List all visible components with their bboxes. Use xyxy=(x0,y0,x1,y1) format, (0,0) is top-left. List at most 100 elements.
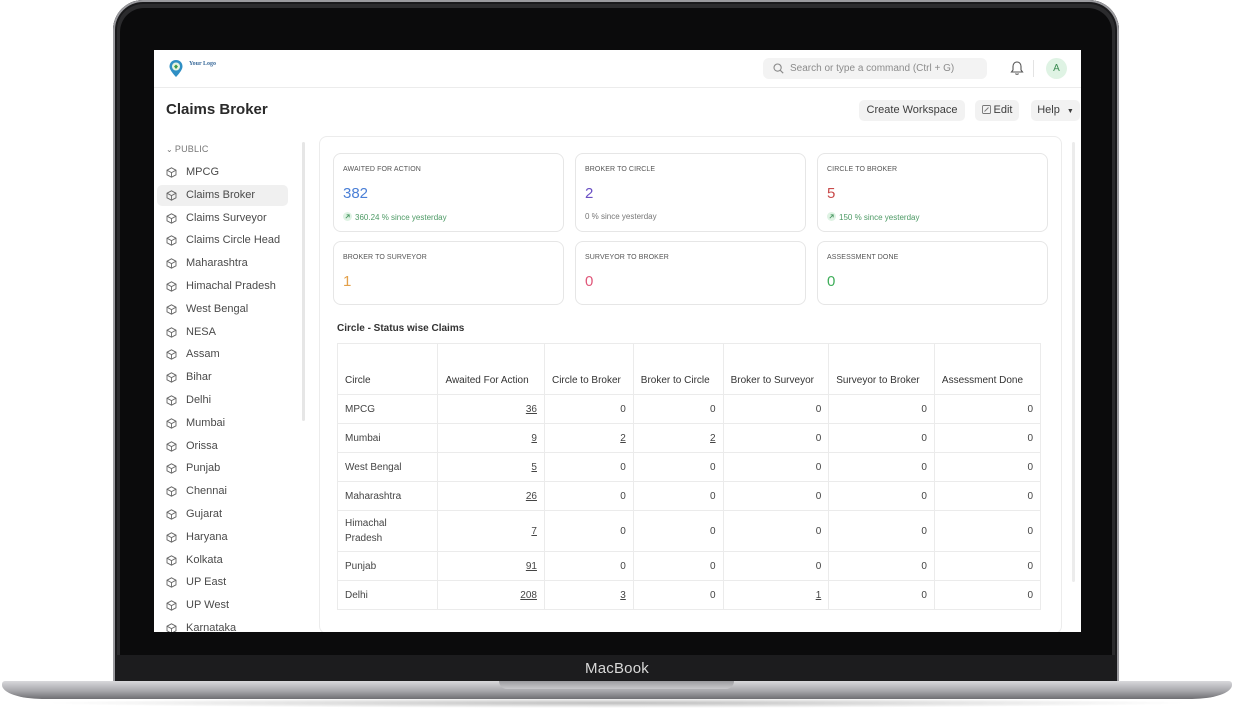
sidebar-item[interactable]: Himachal Pradesh xyxy=(157,276,288,297)
search-icon xyxy=(773,63,784,74)
count-link[interactable]: 36 xyxy=(526,404,537,415)
count-link[interactable]: 5 xyxy=(531,462,537,473)
sidebar-item[interactable]: Bihar xyxy=(157,367,288,388)
count-link[interactable]: 2 xyxy=(710,433,716,444)
table-cell-count[interactable]: 2 xyxy=(543,423,634,453)
table-header-row: Circle Awaited For Action Circle to Broker… xyxy=(336,343,1042,395)
table-header-cell: Awaited For Action xyxy=(437,343,545,395)
sidebar-section-label: PUBLIC xyxy=(174,144,209,154)
count-link[interactable]: 91 xyxy=(526,561,537,572)
sidebar-section-public[interactable]: ⌄ PUBLIC xyxy=(166,144,209,154)
sidebar-item[interactable]: NESA xyxy=(157,322,288,343)
workspace-icon xyxy=(166,463,177,475)
table-cell-count: 0 xyxy=(632,551,724,581)
table-cell-count[interactable]: 5 xyxy=(437,452,545,482)
table-header-cell: Broker to Circle xyxy=(632,343,724,395)
bell-icon[interactable] xyxy=(1010,60,1024,76)
workspace-icon xyxy=(166,600,177,611)
sidebar-item[interactable]: Delhi xyxy=(157,390,288,411)
stat-card[interactable]: AWAITED FOR ACTION 382 360.24 % since yest… xyxy=(333,153,564,232)
workspace-icon xyxy=(166,577,177,589)
sidebar-item[interactable]: Orissa xyxy=(157,436,288,457)
count-link[interactable]: 7 xyxy=(531,526,537,537)
sidebar-item[interactable]: Mumbai xyxy=(157,413,288,434)
help-dropdown-button[interactable]: Help ▼ xyxy=(1031,100,1080,121)
sidebar-item[interactable]: Punjab xyxy=(157,458,288,479)
workspace-icon xyxy=(166,326,177,338)
user-avatar[interactable]: A xyxy=(1046,58,1067,79)
stat-card[interactable]: BROKER TO CIRCLE 2 0 % since yesterday xyxy=(575,153,806,232)
stat-card[interactable]: SURVEYOR TO BROKER 0 xyxy=(575,241,806,305)
table-header-cell: Assessment Done xyxy=(933,343,1042,395)
table-cell-count[interactable]: 91 xyxy=(437,551,545,581)
sidebar-item[interactable]: Haryana xyxy=(157,527,288,548)
sidebar-item-label: Maharashtra xyxy=(186,257,248,270)
stat-card[interactable]: CIRCLE TO BROKER 5 150 % since yesterday xyxy=(817,153,1048,232)
table-cell-count: 0 xyxy=(828,481,935,511)
table-cell-count[interactable]: 1 xyxy=(722,580,830,610)
table-cell-count[interactable]: 2 xyxy=(632,423,724,453)
sidebar-item[interactable]: Kolkata xyxy=(157,550,288,571)
count-link[interactable]: 9 xyxy=(531,433,537,444)
workspace-icon xyxy=(166,372,177,383)
table-cell-count[interactable]: 26 xyxy=(437,481,545,511)
table-cell-circle: Delhi xyxy=(336,580,439,610)
count-link[interactable]: 208 xyxy=(520,590,537,601)
sidebar-item[interactable]: Claims Circle Head xyxy=(157,230,288,251)
table-cell-count[interactable]: 9 xyxy=(437,423,545,453)
search-bar[interactable]: Search or type a command (Ctrl + G) xyxy=(763,58,987,79)
table-cell-count[interactable]: 7 xyxy=(437,510,545,552)
workspace-icon xyxy=(166,190,177,201)
edit-button[interactable]: Edit xyxy=(975,100,1019,121)
sidebar-item-label: Chennai xyxy=(186,485,227,498)
navbar-divider xyxy=(1033,60,1034,77)
help-button-label: Help xyxy=(1037,104,1060,116)
create-workspace-button[interactable]: Create Workspace xyxy=(859,100,965,121)
count-link[interactable]: 2 xyxy=(620,433,626,444)
sidebar-item[interactable]: Assam xyxy=(157,344,288,365)
table-cell-count: 0 xyxy=(828,580,935,610)
count-link[interactable]: 3 xyxy=(620,590,626,601)
table-cell-count: 0 xyxy=(828,551,935,581)
count-value: 0 xyxy=(815,461,822,473)
sidebar-item[interactable]: Karnataka xyxy=(157,618,288,632)
sidebar-item-label: Gujarat xyxy=(186,508,223,520)
sidebar-item[interactable]: Claims Broker xyxy=(157,184,288,206)
count-value: 0 xyxy=(1027,403,1033,415)
sidebar-item-label: MPCG xyxy=(186,166,219,178)
workspace-icon xyxy=(166,304,177,315)
sidebar-item[interactable]: West Bengal xyxy=(157,299,288,320)
sidebar-item-label: Karnataka xyxy=(186,622,237,632)
count-link[interactable]: 26 xyxy=(526,491,537,502)
count-value: 0 xyxy=(815,432,822,444)
stat-card-title: SURVEYOR TO BROKER xyxy=(585,254,669,261)
sidebar-item[interactable]: MPCG xyxy=(157,162,288,183)
stat-card-value: 382 xyxy=(343,185,369,202)
stat-card[interactable]: BROKER TO SURVEYOR 1 xyxy=(333,241,564,305)
sidebar-item[interactable]: Gujarat xyxy=(157,504,288,525)
table-cell-count[interactable]: 36 xyxy=(437,394,545,424)
table-header-cell: Broker to Surveyor xyxy=(722,343,830,395)
table-cell-count[interactable]: 208 xyxy=(437,580,545,610)
table-cell-count: 0 xyxy=(828,394,935,424)
stat-card-title: AWAITED FOR ACTION xyxy=(343,166,421,173)
logo-pin-icon[interactable] xyxy=(168,59,184,78)
sidebar-item[interactable]: UP East xyxy=(157,572,288,593)
table-cell-count: 0 xyxy=(632,452,724,482)
stat-card[interactable]: ASSESSMENT DONE 0 xyxy=(817,241,1048,305)
count-value: 0 xyxy=(1027,490,1033,502)
main-scrollbar[interactable] xyxy=(1072,142,1075,582)
count-value: 0 xyxy=(710,525,716,537)
sidebar-item-label: Claims Circle Head xyxy=(186,234,281,247)
caret-down-icon: ▼ xyxy=(1066,108,1074,115)
sidebar-item[interactable]: Maharashtra xyxy=(157,253,288,274)
table-cell-count[interactable]: 3 xyxy=(543,580,634,610)
sidebar-item-label: Assam xyxy=(186,348,220,361)
sidebar-scrollbar[interactable] xyxy=(302,142,305,421)
sidebar-item[interactable]: UP West xyxy=(157,595,288,616)
sidebar-item[interactable]: Chennai xyxy=(157,481,288,502)
sidebar-item[interactable]: Claims Surveyor xyxy=(157,208,288,229)
count-value: 0 xyxy=(620,403,626,415)
count-link[interactable]: 1 xyxy=(816,590,822,601)
top-navbar: Your Logo Search or type a command (Ctrl… xyxy=(154,50,1081,88)
